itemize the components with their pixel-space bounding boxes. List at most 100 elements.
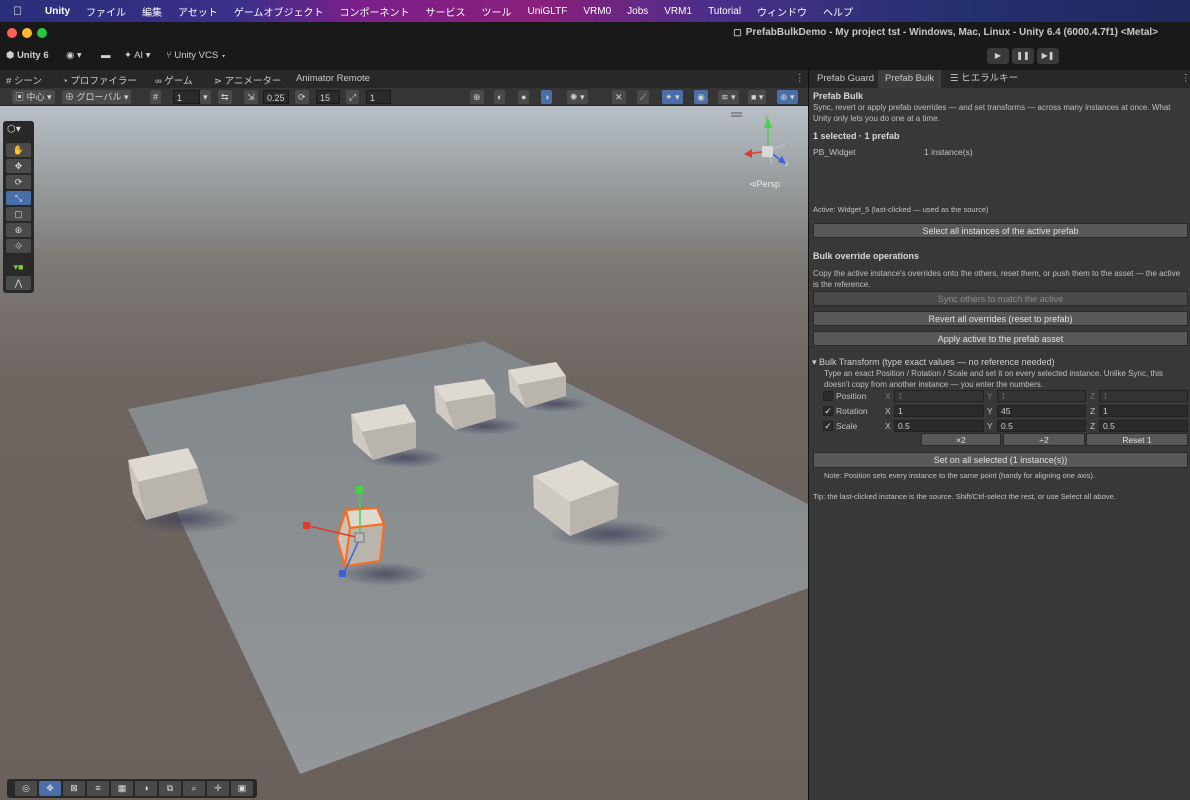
gizmo-x-handle[interactable] [303,522,310,529]
tab-animator-remote[interactable]: Animator Remote [296,73,370,84]
scale-snap-field[interactable]: 1 [366,90,391,104]
menu-edit[interactable]: 編集 [134,4,170,19]
effects-icon[interactable]: ⟋ [637,90,650,104]
rotation-x-field[interactable]: 1 [894,405,984,417]
zoom-window-button[interactable] [37,28,47,38]
reset-1-button[interactable]: Reset 1 [1086,433,1188,446]
tab-hierarchy[interactable]: ☰ ヒエラルキー [943,70,1025,88]
scene-view[interactable]: y z ⊲Persp [0,106,808,800]
menu-tutorial[interactable]: Tutorial [700,6,749,17]
select-all-instances-button[interactable]: Select all instances of the active prefa… [813,223,1188,238]
snap-increment-icon[interactable]: ⇆ [218,90,232,104]
custom-tool-icon[interactable]: ⟐ [6,239,31,253]
tab-animator[interactable]: ⋗ アニメーター [214,73,281,87]
more-icon[interactable]: ⋮ [1174,70,1190,88]
wireframe-icon[interactable]: ◐ [494,90,506,104]
menu-services[interactable]: サービス [418,4,474,19]
space-dropdown[interactable]: ⊕ グローバル ▾ [62,90,132,104]
set-on-all-selected-button[interactable]: Set on all selected (1 instance(s)) [813,452,1188,468]
sync-others-button[interactable]: Sync others to match the active [813,291,1188,306]
vcs-dropdown[interactable]: ⑂ Unity VCS ▾ [166,50,227,61]
scale-snap-value-icon[interactable]: ⤢ [346,90,360,104]
capture-icon[interactable]: ▣ [231,781,253,796]
tab-prefab-guard[interactable]: Prefab Guard [810,70,881,88]
position-x-field[interactable]: 1 [894,390,984,402]
rotation-y-field[interactable]: 45 [997,405,1086,417]
move-icon[interactable]: ✥ [39,781,61,796]
minimize-window-button[interactable] [22,28,32,38]
view-options-dropdown[interactable]: ⬡▾ [7,124,21,135]
menu-jobs[interactable]: Jobs [619,6,656,17]
menu-unity[interactable]: Unity [37,6,78,17]
scale-z-field[interactable]: 0.5 [1099,420,1188,432]
account-dropdown[interactable]: ◉ ▾ [66,50,82,61]
persp-toggle[interactable]: ⊲Persp [749,179,780,190]
rotation-snap-field[interactable]: 15 [316,90,340,104]
scale-checkbox[interactable]: ✓ [823,421,833,431]
rotation-z-field[interactable]: 1 [1099,405,1188,417]
pause-button[interactable]: ❚❚ [1012,48,1034,64]
lighting-dropdown[interactable]: ✺ ▾ [567,90,588,104]
menu-help[interactable]: ヘルプ [815,4,861,19]
tab-prefab-bulk[interactable]: Prefab Bulk [878,70,942,88]
ai-dropdown[interactable]: ✦ AI ▾ [124,50,151,61]
effects-dropdown[interactable]: ✦ ▾ [662,90,683,104]
rotation-snap-icon[interactable]: ⟳ [295,90,309,104]
shaded-wireframe-icon[interactable]: ◑ [541,90,553,104]
move-tool-icon[interactable]: ✥ [6,159,31,173]
cube-tool-icon[interactable]: ▾■ [6,260,31,274]
play-button[interactable]: ▶ [987,48,1009,64]
visibility-icon[interactable]: ◉ [694,90,708,104]
rect-tool-icon[interactable]: ▢ [6,207,31,221]
apple-icon[interactable]:  [13,4,29,18]
layers-dropdown[interactable]: ≋ ▾ [718,90,739,104]
snap-value-field[interactable]: 0.25 [263,90,289,104]
position-checkbox[interactable] [823,391,833,401]
prefab-name[interactable]: PB_Widget [813,147,856,157]
transform-tool-icon[interactable]: ⊛ [6,223,31,237]
revert-overrides-button[interactable]: Revert all overrides (reset to prefab) [813,311,1188,326]
position-z-field[interactable]: 1 [1099,390,1188,402]
scale-snap-icon[interactable]: ⇲ [244,90,258,104]
step-button[interactable]: ▶❚ [1037,48,1059,64]
moon-icon[interactable]: ◑ [135,781,157,796]
menu-component[interactable]: コンポーネント [332,4,418,19]
camera-dropdown[interactable]: ■ ▾ [748,90,767,104]
snap-icon[interactable]: ⊠ [63,781,85,796]
audio-mute-icon[interactable]: ✕ [612,90,626,104]
hand-tool-icon[interactable]: ✋ [6,143,31,157]
pan-icon[interactable]: ✛ [207,781,229,796]
scale-x-field[interactable]: 0.5 [894,420,984,432]
tab-game[interactable]: ∞ ゲーム [155,73,193,87]
menu-file[interactable]: ファイル [78,4,134,19]
menu-uniglTF[interactable]: UniGLTF [520,6,576,17]
position-y-field[interactable]: 1 [997,390,1086,402]
unity-account-button[interactable]: ⬢ Unity 6 [6,50,49,61]
scale-tool-icon[interactable]: ⤡ [6,191,31,205]
menu-gameobject[interactable]: ゲームオブジェクト [226,4,332,19]
menu-vrm0[interactable]: VRM0 [575,6,619,17]
tab-scene[interactable]: # シーン [6,73,42,87]
grid-size-dropdown[interactable]: ▾ [200,90,211,104]
pivot-dropdown[interactable]: ▣ 中心 ▾ [12,90,55,104]
more-icon[interactable]: ⋮ [795,73,805,84]
divide-2-button[interactable]: ÷2 [1003,433,1085,446]
pattern-icon[interactable]: ▦ [111,781,133,796]
cloud-icon[interactable]: ▬ [101,50,111,61]
tab-profiler[interactable]: ◔ プロファイラー [62,73,137,87]
gizmo-z-handle[interactable] [339,570,346,577]
probuilder-icon[interactable]: ⋀ [6,276,31,290]
align-icon[interactable]: ≡ [87,781,109,796]
menu-assets[interactable]: アセット [170,4,226,19]
menu-vrm1[interactable]: VRM1 [656,6,700,17]
scene-canvas[interactable]: y z [0,106,808,800]
close-window-button[interactable] [7,28,17,38]
menu-window[interactable]: ウィンドウ [749,4,815,19]
multiply-2-button[interactable]: ×2 [921,433,1001,446]
gizmo-center-handle[interactable] [354,532,365,543]
grid-snap-icon[interactable]: # [150,90,162,104]
rotation-checkbox[interactable]: ✓ [823,406,833,416]
gizmos-dropdown[interactable]: ⊕ ▾ [777,90,798,104]
bulk-transform-foldout[interactable]: ▾ Bulk Transform (type exact values — no… [812,357,1055,368]
gizmo-draw-mode-icon[interactable]: ⊕ [470,90,484,104]
